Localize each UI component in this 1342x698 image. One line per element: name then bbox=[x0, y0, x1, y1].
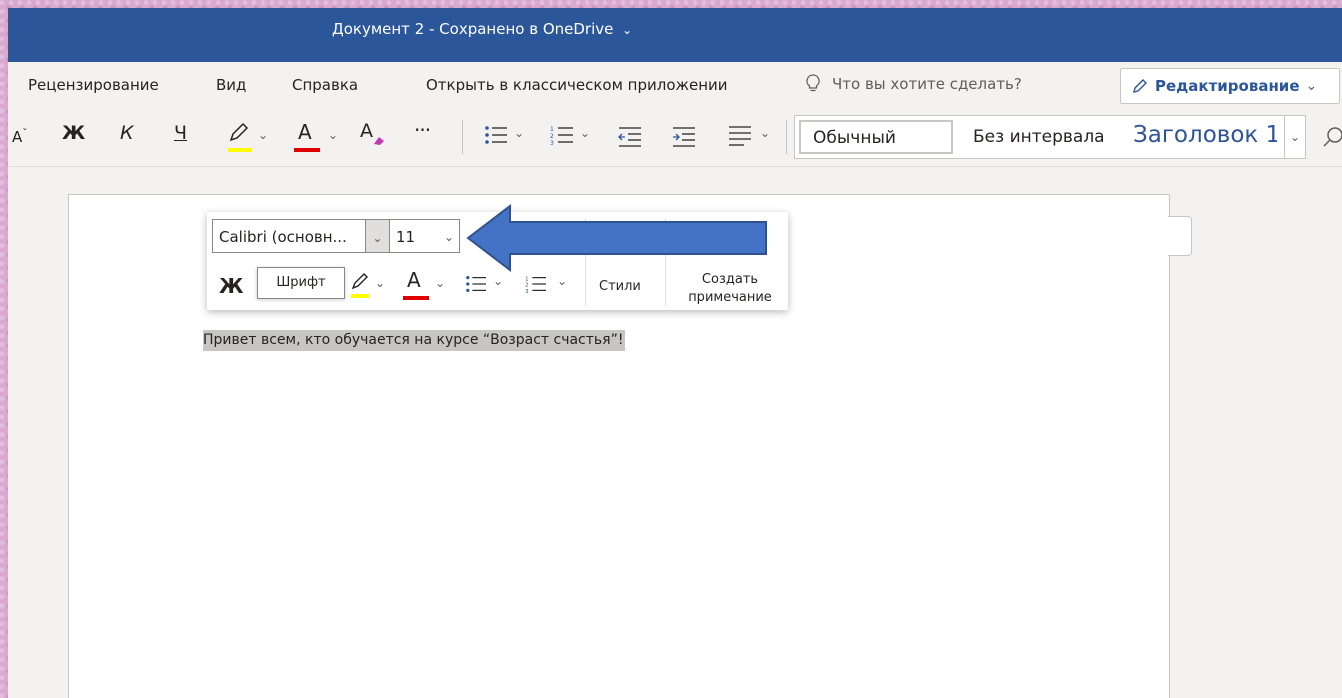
word-online-window: Документ 2 - Сохранено в OneDrive ⌄ Реце… bbox=[8, 8, 1342, 698]
svg-text:1: 1 bbox=[525, 276, 528, 282]
arrow-annotation-icon bbox=[466, 204, 767, 272]
chevron-down-icon: ⌄ bbox=[557, 274, 568, 288]
title-bar: Документ 2 - Сохранено в OneDrive ⌄ bbox=[8, 8, 1342, 62]
mini-bold-button[interactable]: Ж bbox=[219, 274, 243, 298]
font-tooltip: Шрифт bbox=[257, 267, 345, 299]
highlighter-icon bbox=[229, 122, 249, 142]
numbered-list-icon: 1 2 3 bbox=[550, 126, 573, 147]
decrease-indent-icon[interactable] bbox=[618, 125, 642, 147]
ribbon-separator bbox=[786, 120, 787, 154]
chevron-down-icon: ⌄ bbox=[375, 276, 386, 290]
chevron-down-icon: ⌄ bbox=[514, 126, 525, 140]
bold-button[interactable]: Ж bbox=[62, 122, 85, 144]
menu-view[interactable]: Вид bbox=[216, 76, 246, 94]
style-normal[interactable]: Обычный bbox=[799, 120, 953, 154]
font-size-dropdown[interactable]: ⌄ bbox=[439, 219, 459, 253]
align-left-icon bbox=[729, 126, 751, 146]
numbering-button[interactable]: 1 2 3 ⌄ bbox=[550, 124, 596, 150]
increase-indent-icon[interactable] bbox=[672, 125, 696, 147]
chevron-down-icon: ⌄ bbox=[580, 126, 591, 140]
font-color-glyph: A bbox=[407, 268, 421, 292]
font-color-glyph: A bbox=[298, 120, 312, 144]
svg-text:2: 2 bbox=[525, 283, 528, 289]
eraser-icon bbox=[374, 137, 384, 145]
ribbon-separator bbox=[462, 120, 463, 154]
chevron-down-icon: ⌄ bbox=[328, 128, 339, 142]
svg-text:2: 2 bbox=[550, 133, 554, 140]
highlight-color-bar bbox=[228, 148, 252, 152]
chevron-down-icon: ⌄ bbox=[435, 276, 446, 290]
mini-bullets-button[interactable]: ⌄ bbox=[465, 274, 511, 300]
style-no-spacing[interactable]: Без интервала bbox=[973, 127, 1105, 147]
clear-formatting-button[interactable]: A bbox=[360, 120, 390, 154]
chevron-down-icon: ⌄ bbox=[443, 230, 455, 244]
underline-button[interactable]: Ч bbox=[174, 122, 187, 144]
chevron-down-icon: ⌄ bbox=[493, 274, 504, 288]
align-button[interactable]: ⌄ bbox=[728, 124, 778, 150]
pencil-icon bbox=[1133, 79, 1147, 93]
chevron-down-icon[interactable]: ⌄ bbox=[622, 23, 632, 37]
mini-numbering-button[interactable]: 1 2 3 ⌄ bbox=[525, 274, 575, 300]
tell-me-placeholder[interactable]: Что вы хотите сделать? bbox=[832, 75, 1022, 93]
document-title-text[interactable]: Документ 2 - Сохранено в OneDrive bbox=[332, 20, 613, 38]
lightbulb-icon bbox=[806, 74, 820, 92]
highlight-color-bar bbox=[351, 294, 369, 298]
document-title[interactable]: Документ 2 - Сохранено в OneDrive ⌄ bbox=[332, 20, 632, 38]
mini-new-comment-button[interactable]: Создать примечание bbox=[675, 271, 785, 306]
font-name-dropdown[interactable]: ⌄ bbox=[366, 219, 390, 253]
font-color-bar bbox=[294, 148, 320, 152]
chevron-down-icon: ⌄ bbox=[760, 126, 771, 140]
highlighter-icon bbox=[351, 273, 368, 290]
tell-me-search[interactable]: Что вы хотите сделать? bbox=[806, 74, 1022, 94]
font-color-button[interactable]: A ⌄ bbox=[294, 120, 342, 154]
more-options-button[interactable]: ··· bbox=[414, 118, 431, 142]
chevron-down-icon: ⌄ bbox=[1305, 78, 1318, 94]
italic-button[interactable]: К bbox=[120, 122, 134, 144]
mini-styles-button[interactable]: Стили bbox=[599, 278, 641, 296]
search-icon[interactable] bbox=[1322, 126, 1342, 148]
comment-label-line2: примечание bbox=[688, 289, 772, 305]
styles-more-button[interactable]: ⌄ bbox=[1284, 116, 1305, 158]
svg-text:3: 3 bbox=[550, 140, 554, 146]
bullets-button[interactable]: ⌄ bbox=[484, 124, 530, 150]
menu-help[interactable]: Справка bbox=[292, 76, 358, 94]
bullet-list-icon bbox=[485, 126, 507, 144]
font-name-box[interactable]: Calibri (основн... bbox=[212, 219, 366, 253]
comment-label-line1: Создать bbox=[701, 272, 759, 287]
home-ribbon: Aˇ Ж К Ч ⌄ A ⌄ A ··· ⌄ 1 2 3 ⌄ ⌄ Обычный… bbox=[8, 108, 1342, 167]
svg-text:1: 1 bbox=[550, 126, 554, 133]
numbered-list-icon: 1 2 3 bbox=[525, 276, 546, 295]
clear-format-glyph: A bbox=[360, 120, 373, 142]
bullet-list-icon bbox=[466, 276, 486, 292]
chevron-down-icon: ⌄ bbox=[258, 128, 269, 142]
editing-mode-button[interactable]: Редактирование ⌄ bbox=[1120, 68, 1340, 104]
menu-open-desktop-app[interactable]: Открыть в классическом приложении bbox=[426, 76, 728, 94]
mini-font-color-button[interactable]: A ⌄ bbox=[403, 268, 447, 302]
editing-mode-label[interactable]: Редактирование bbox=[1155, 77, 1300, 95]
font-color-bar bbox=[403, 296, 429, 300]
style-heading-1[interactable]: Заголовок 1 bbox=[1133, 122, 1277, 148]
font-size-decrease-button[interactable]: Aˇ bbox=[12, 128, 27, 146]
highlight-button[interactable]: ⌄ bbox=[226, 122, 268, 156]
styles-gallery: Обычный Без интервала Заголовок 1 ⌄ bbox=[794, 115, 1306, 159]
mini-highlight-button[interactable]: ⌄ bbox=[349, 272, 389, 302]
menu-review[interactable]: Рецензирование bbox=[28, 76, 159, 94]
chevron-down-icon: ⌄ bbox=[1289, 130, 1301, 144]
side-panel-tab[interactable] bbox=[1168, 216, 1192, 256]
menu-bar: Рецензирование Вид Справка Открыть в кла… bbox=[8, 62, 1342, 108]
svg-text:3: 3 bbox=[525, 289, 529, 294]
selected-paragraph[interactable]: Привет всем, кто обучается на курсе “Воз… bbox=[203, 330, 626, 351]
chevron-down-icon: ⌄ bbox=[372, 231, 383, 245]
